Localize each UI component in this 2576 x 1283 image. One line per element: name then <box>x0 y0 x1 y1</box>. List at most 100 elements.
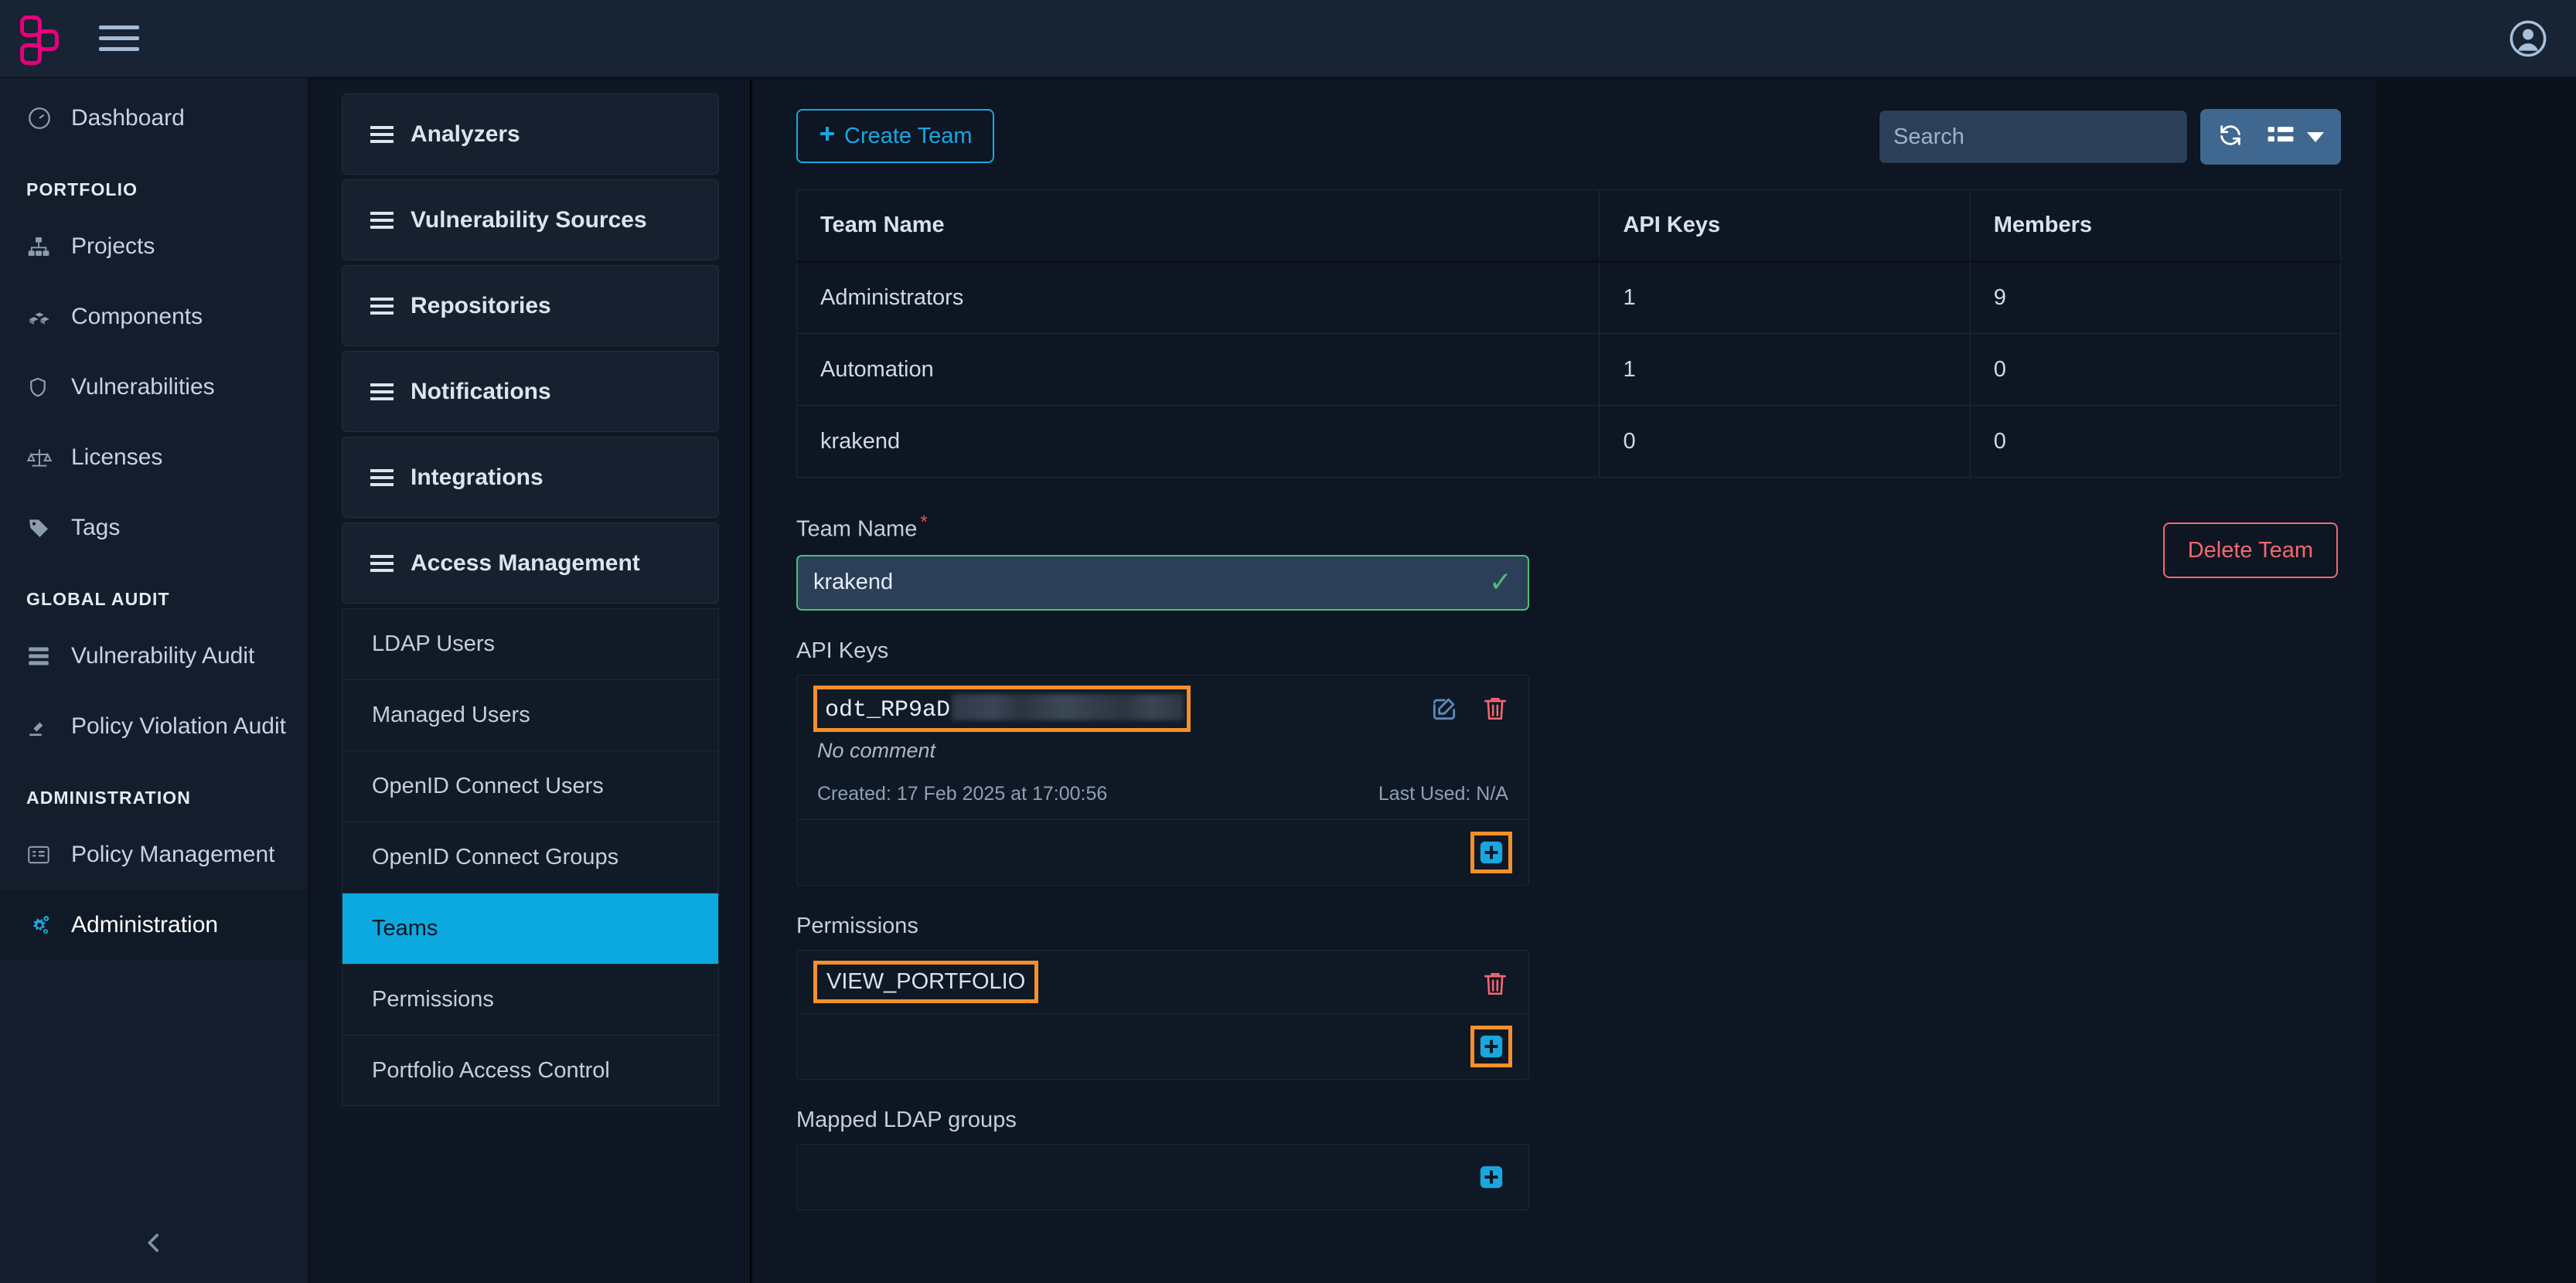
subnav-section-integrations[interactable]: Integrations <box>342 437 719 518</box>
api-key-comment: No comment <box>817 739 1508 763</box>
subnav-item-label: Managed Users <box>372 703 530 728</box>
search-input[interactable] <box>1879 110 2188 164</box>
bars-icon <box>370 469 394 486</box>
subnav-item-permissions[interactable]: Permissions <box>342 964 719 1035</box>
cell-members: 0 <box>1970 406 2340 478</box>
table-tools-group <box>2200 109 2341 165</box>
sitemap-icon <box>26 234 71 259</box>
chevron-left-icon <box>141 1230 167 1260</box>
bars-icon <box>370 555 394 572</box>
column-header-team-name[interactable]: Team Name <box>797 190 1600 262</box>
api-keys-label: API Keys <box>796 638 2341 664</box>
tag-icon <box>26 516 71 540</box>
api-key-actions <box>1429 694 1508 727</box>
subnav-item-ldap-users[interactable]: LDAP Users <box>342 608 719 679</box>
sidebar-item-licenses[interactable]: Licenses <box>0 422 308 492</box>
team-name-input[interactable] <box>796 555 1529 611</box>
list-card-icon <box>26 844 71 866</box>
sidebar-item-tags[interactable]: Tags <box>0 492 308 563</box>
sidebar-item-components[interactable]: Components <box>0 281 308 352</box>
subnav-item-label: OpenID Connect Groups <box>372 845 618 870</box>
sidebar-item-policy-violation-audit[interactable]: Policy Violation Audit <box>0 691 308 761</box>
sidebar-collapse-button[interactable] <box>0 1206 308 1283</box>
sidebar-section-portfolio: PORTFOLIO <box>0 153 308 211</box>
bars-icon <box>370 212 394 229</box>
mapped-ldap-groups-panel <box>796 1144 1529 1210</box>
create-team-button[interactable]: Create Team <box>796 109 994 163</box>
team-name-label-text: Team Name <box>796 517 917 542</box>
subnav-section-notifications[interactable]: Notifications <box>342 351 719 432</box>
bars-icon <box>370 383 394 400</box>
subnav-item-portfolio-access-control[interactable]: Portfolio Access Control <box>342 1035 719 1106</box>
sidebar-item-label: Vulnerability Audit <box>71 643 254 669</box>
delete-team-button[interactable]: Delete Team <box>2163 522 2338 578</box>
sidebar-section-global-audit: GLOBAL AUDIT <box>0 563 308 621</box>
subnav-item-managed-users[interactable]: Managed Users <box>342 679 719 750</box>
bars-icon <box>370 126 394 143</box>
subnav-section-analyzers[interactable]: Analyzers <box>342 94 719 175</box>
teams-table: Team Name API Keys Members Administrator… <box>796 189 2341 478</box>
checkmark-icon: ✓ <box>1489 566 1512 598</box>
trash-icon[interactable] <box>1482 694 1508 727</box>
sidebar-item-projects[interactable]: Projects <box>0 211 308 281</box>
subnav-section-repositories[interactable]: Repositories <box>342 265 719 346</box>
subnav-item-label: Permissions <box>372 987 494 1012</box>
ldap-groups-add-row <box>797 1145 1528 1210</box>
sidebar-item-label: Licenses <box>71 444 162 471</box>
permissions-label: Permissions <box>796 914 2341 939</box>
subnav-item-label: LDAP Users <box>372 631 495 657</box>
column-header-api-keys[interactable]: API Keys <box>1600 190 1970 262</box>
cogs-icon <box>26 913 71 938</box>
subnav-item-label: Teams <box>372 916 438 941</box>
subnav-item-label: OpenID Connect Users <box>372 774 604 799</box>
add-permission-button[interactable] <box>1474 1029 1508 1063</box>
permission-actions <box>1482 969 1508 1002</box>
team-name-field-wrap: ✓ <box>796 555 1529 611</box>
column-header-members[interactable]: Members <box>1970 190 2340 262</box>
subnav-section-vulnerability-sources[interactable]: Vulnerability Sources <box>342 179 719 260</box>
teams-page: Create Team <box>753 80 2377 1283</box>
teams-toolbar: Create Team <box>796 109 2341 183</box>
user-avatar-icon[interactable] <box>2506 17 2550 60</box>
sidebar-item-label: Policy Violation Audit <box>71 713 286 740</box>
api-key-meta: Created: 17 Feb 2025 at 17:00:56 Last Us… <box>817 783 1508 805</box>
table-row[interactable]: Administrators 1 9 <box>797 262 2341 334</box>
caret-down-icon[interactable] <box>2307 132 2324 142</box>
subnav-item-teams[interactable]: Teams <box>342 893 719 964</box>
columns-list-icon[interactable] <box>2267 124 2295 151</box>
sidebar-item-administration[interactable]: Administration <box>0 890 308 960</box>
permissions-panel: VIEW_PORTFOLIO <box>796 950 1529 1080</box>
refresh-icon[interactable] <box>2217 122 2244 152</box>
cell-members: 0 <box>1970 334 2340 406</box>
table-row[interactable]: krakend 0 0 <box>797 406 2341 478</box>
table-row[interactable]: Automation 1 0 <box>797 334 2341 406</box>
add-api-key-button[interactable] <box>1474 835 1508 870</box>
sidebar-item-vulnerabilities[interactable]: Vulnerabilities <box>0 352 308 422</box>
edit-pencil-icon[interactable] <box>1429 694 1459 727</box>
subnav-item-openid-connect-users[interactable]: OpenID Connect Users <box>342 750 719 822</box>
subnav-item-openid-connect-groups[interactable]: OpenID Connect Groups <box>342 822 719 893</box>
subnav-item-label: Portfolio Access Control <box>372 1058 610 1084</box>
dependency-track-logo[interactable] <box>17 15 68 62</box>
api-keys-add-row <box>797 820 1528 885</box>
add-ldap-group-button[interactable] <box>1474 1160 1508 1194</box>
sidebar-item-label: Components <box>71 304 203 330</box>
hamburger-icon[interactable] <box>91 15 147 62</box>
subnav-access-management-items: LDAP Users Managed Users OpenID Connect … <box>342 608 719 1106</box>
sidebar-item-policy-management[interactable]: Policy Management <box>0 819 308 890</box>
subnav-section-label: Integrations <box>411 465 543 491</box>
sidebar-item-label: Administration <box>71 912 218 938</box>
trash-icon[interactable] <box>1482 969 1508 1002</box>
team-detail-form: Team Name* Delete Team ✓ API Keys odt_RP… <box>796 512 2341 1210</box>
administration-subnav: Analyzers Vulnerability Sources Reposito… <box>311 80 751 1283</box>
permissions-add-row <box>797 1014 1528 1079</box>
api-key-value[interactable]: odt_RP9aD <box>817 689 1187 729</box>
subnav-section-access-management[interactable]: Access Management <box>342 522 719 604</box>
subnav-section-label: Notifications <box>411 379 551 405</box>
speedometer-icon <box>26 105 71 131</box>
permission-name[interactable]: VIEW_PORTFOLIO <box>817 965 1034 999</box>
sidebar-item-vulnerability-audit[interactable]: Vulnerability Audit <box>0 621 308 691</box>
sidebar-item-dashboard[interactable]: Dashboard <box>0 83 308 153</box>
sidebar-scroll: Dashboard PORTFOLIO Projects <box>0 78 308 1206</box>
create-team-label: Create Team <box>844 124 973 149</box>
